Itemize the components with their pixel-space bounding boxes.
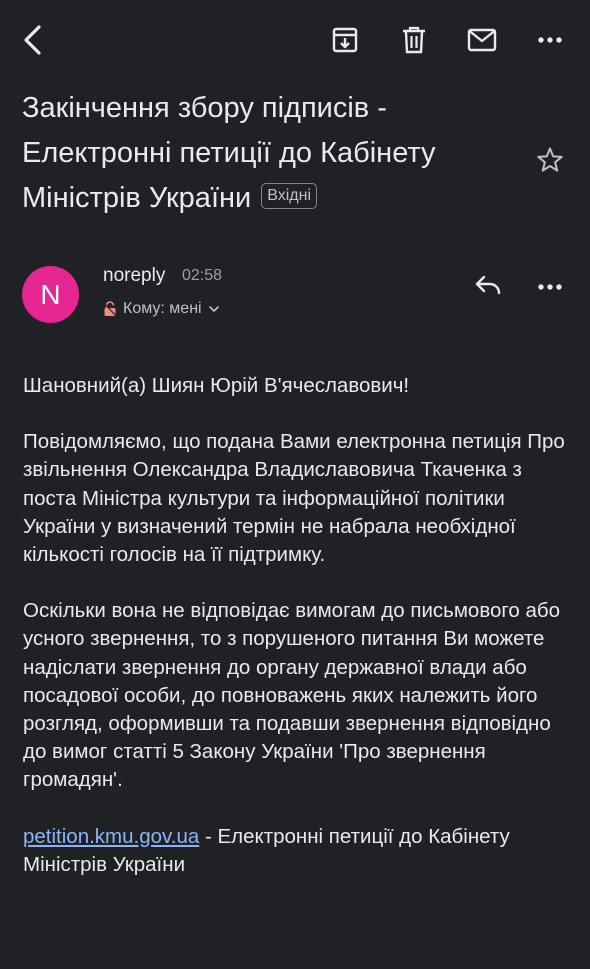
back-button[interactable]: [10, 18, 54, 62]
petition-link[interactable]: petition.kmu.gov.ua: [23, 825, 199, 848]
star-button[interactable]: [530, 142, 570, 182]
archive-button[interactable]: [323, 18, 367, 62]
inbox-label-chip[interactable]: Вхідні: [261, 183, 317, 210]
greeting: Шановний(а) Шиян Юрій В'ячеславович!: [23, 374, 410, 397]
more-options-button[interactable]: [528, 18, 572, 62]
more-horizontal-icon: [537, 36, 563, 44]
reply-button[interactable]: [466, 265, 510, 309]
mark-unread-icon: [467, 28, 497, 52]
recipient-text: Кому: мені: [123, 300, 202, 317]
sender-header: N noreply 02:58 Кому: мені: [0, 260, 590, 340]
mark-unread-button[interactable]: [460, 18, 504, 62]
trash-icon: [401, 26, 427, 54]
body-paragraph-1: Повідомляємо, що подана Вами електронна …: [23, 430, 565, 567]
sent-time: 02:58: [182, 267, 223, 284]
sender-avatar[interactable]: N: [22, 266, 79, 323]
body-paragraph-2: Оскільки вона не відповідає вимогам до п…: [23, 599, 561, 792]
sender-name: noreply: [103, 265, 166, 286]
archive-icon: [331, 26, 359, 54]
star-icon: [536, 146, 564, 179]
more-horizontal-icon: [537, 278, 563, 296]
reply-icon: [474, 274, 502, 301]
subject-area: Закінчення збору підписів - Електронні п…: [22, 86, 522, 221]
back-arrow-icon: [19, 24, 45, 56]
chevron-down-icon: [208, 305, 220, 313]
footer-signature: petition.kmu.gov.ua - Електронні петиції…: [23, 823, 573, 879]
recipient-details-toggle[interactable]: Кому: мені: [103, 300, 220, 318]
email-subject: Закінчення збору підписів - Електронні п…: [22, 86, 522, 221]
top-toolbar: [0, 0, 590, 80]
email-body: Шановний(а) Шиян Юрій В'ячеславович! Пов…: [23, 372, 573, 907]
subject-text: Закінчення збору підписів - Електронні п…: [22, 92, 436, 214]
unencrypted-lock-icon: [103, 301, 117, 317]
delete-button[interactable]: [392, 18, 436, 62]
message-more-button[interactable]: [528, 265, 572, 309]
